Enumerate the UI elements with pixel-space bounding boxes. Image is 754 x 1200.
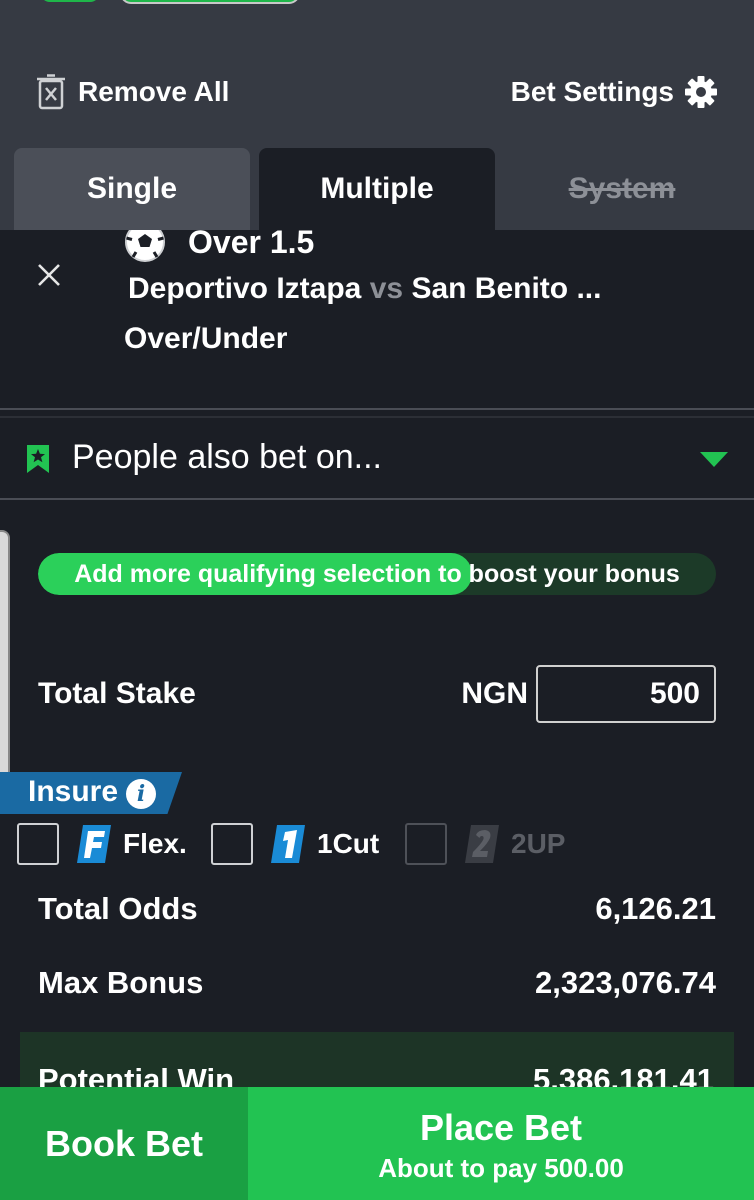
1cut-label: 1Cut: [317, 828, 380, 859]
selection-teams: Deportivo Iztapa vs San Benito ...: [128, 272, 601, 306]
away-team: San Benito ...: [411, 272, 602, 305]
bet-type-tabs: Single Multiple System: [0, 148, 754, 230]
home-team: Deportivo Iztapa: [128, 272, 362, 305]
tab-single[interactable]: Single: [14, 148, 250, 230]
stake-input[interactable]: [536, 665, 716, 723]
2up-label: 2UP: [511, 828, 566, 859]
remove-all-button[interactable]: Remove All: [36, 70, 229, 114]
flex-label: Flex.: [123, 828, 187, 859]
top-toggle[interactable]: [40, 0, 300, 4]
side-scroll-handle[interactable]: [0, 530, 10, 810]
info-icon[interactable]: i: [126, 779, 156, 809]
insure-option-2up[interactable]: 2UP: [405, 823, 565, 865]
people-also-bet-label: People also bet on...: [72, 438, 383, 476]
book-bet-button[interactable]: Book Bet: [0, 1087, 248, 1200]
total-odds-label: Total Odds: [38, 891, 198, 926]
bonus-boost-bar: Add more qualifying selection to boost y…: [38, 553, 716, 595]
total-stake-label: Total Stake: [38, 677, 196, 710]
close-icon[interactable]: [36, 262, 62, 288]
insure-banner: Insure i: [0, 772, 182, 814]
insure-label: Insure: [28, 775, 119, 808]
2up-checkbox[interactable]: [405, 823, 447, 865]
football-icon: [125, 230, 165, 262]
tab-system[interactable]: System: [504, 148, 740, 230]
bet-settings-label: Bet Settings: [510, 76, 674, 107]
max-bonus-value: 2,323,076.74: [534, 965, 716, 1000]
place-bet-button[interactable]: Place Bet About to pay 500.00: [248, 1087, 754, 1200]
selection-market: Over 1.5: [188, 230, 315, 260]
divider: [0, 498, 754, 500]
insure-option-flex[interactable]: Flex.: [17, 823, 187, 865]
total-odds-row: Total Odds 6,126.21: [38, 891, 716, 931]
people-also-bet-toggle[interactable]: People also bet on...: [0, 418, 754, 498]
place-bet-amount: About to pay 500.00: [378, 1153, 624, 1183]
caret-down-icon: [700, 452, 728, 467]
tab-multiple[interactable]: Multiple: [259, 148, 495, 230]
vs-label: vs: [369, 272, 404, 305]
insure-option-1cut[interactable]: 1Cut: [211, 823, 379, 865]
bet-settings-button[interactable]: Bet Settings: [511, 70, 718, 114]
betslip-header: Remove All Bet Settings Single Multiple …: [0, 0, 754, 230]
toggle-pill: [120, 0, 300, 4]
total-odds-value: 6,126.21: [595, 891, 716, 926]
toggle-dot: [40, 0, 100, 2]
selection-bet-type: Over/Under: [124, 322, 288, 355]
remove-all-label: Remove All: [78, 76, 230, 107]
potential-win-row: Potential Win 5,386,181.41: [20, 1032, 734, 1092]
1cut-logo-icon: [271, 825, 305, 863]
1cut-checkbox[interactable]: [211, 823, 253, 865]
bonus-boost-text: Add more qualifying selection to boost y…: [74, 560, 680, 588]
total-stake-row: Total Stake NGN: [38, 665, 716, 723]
max-bonus-row: Max Bonus 2,323,076.74: [38, 965, 716, 1005]
trash-icon: [37, 74, 65, 110]
selection-market-row: Over 1.5: [124, 230, 314, 264]
max-bonus-label: Max Bonus: [38, 965, 204, 1000]
stake-currency: NGN: [461, 677, 528, 710]
flex-logo-icon: [77, 825, 111, 863]
place-bet-label: Place Bet: [419, 1107, 583, 1148]
gear-icon: [685, 76, 717, 108]
bookmark-star-icon: [27, 445, 49, 473]
flex-checkbox[interactable]: [17, 823, 59, 865]
bet-selection: Over 1.5 Deportivo Iztapa vs San Benito …: [0, 230, 754, 410]
divider: [0, 408, 754, 410]
2up-logo-icon: [465, 825, 499, 863]
